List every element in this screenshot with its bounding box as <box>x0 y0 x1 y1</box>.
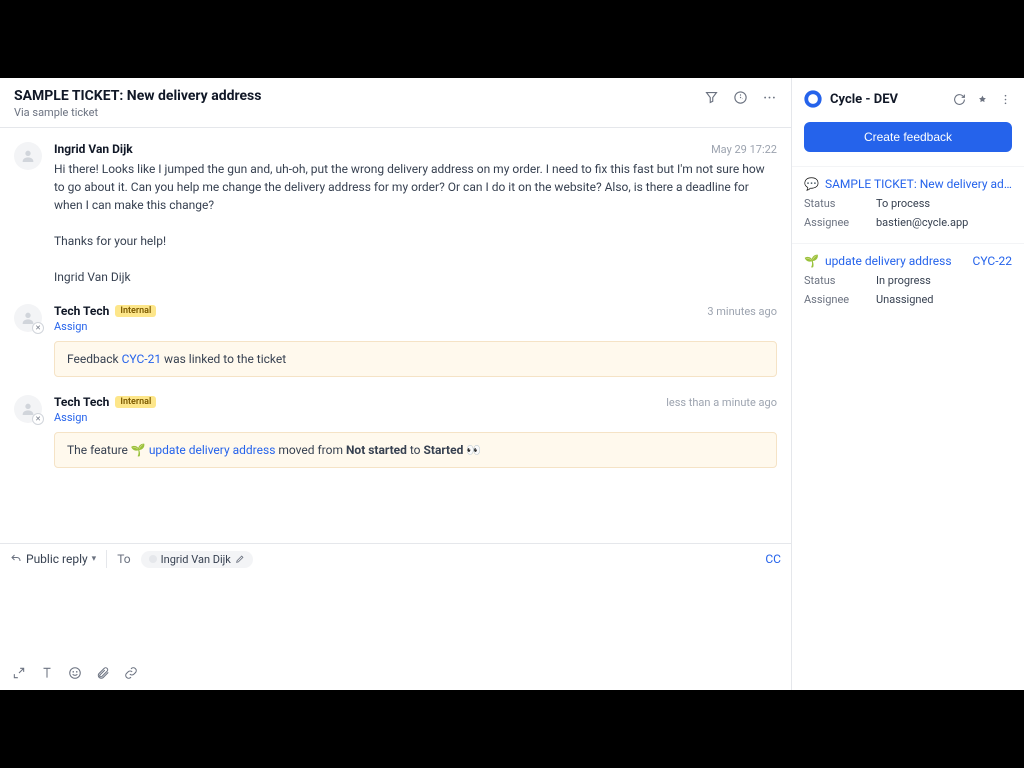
message-item: ✕ Tech Tech Internal 3 minutes ago Assig… <box>14 304 777 377</box>
composer-textarea[interactable] <box>0 574 791 658</box>
eyes-icon: 👀 <box>463 443 481 457</box>
status-to: Started <box>424 443 464 457</box>
link-icon[interactable] <box>124 666 138 680</box>
ticket-key: CYC-22 <box>973 254 1012 268</box>
sidebar-header-actions <box>953 93 1012 106</box>
composer-header: Public reply ▾ To Ingrid Van Dijk CC <box>0 544 791 574</box>
field-value: To process <box>876 197 930 210</box>
message-item: Ingrid Van Dijk May 29 17:22 Hi there! L… <box>14 142 777 286</box>
sidebar-item-feedback: 💬 SAMPLE TICKET: New delivery address St… <box>792 166 1024 243</box>
title-block: SAMPLE TICKET: New delivery address Via … <box>14 88 261 119</box>
recipient-chip[interactable]: Ingrid Van Dijk <box>141 551 253 568</box>
app-name: Cycle - DEV <box>830 92 945 107</box>
avatar-badge-icon: ✕ <box>32 322 44 334</box>
field-row: Status In progress <box>804 274 1012 287</box>
feedback-link[interactable]: CYC-21 <box>122 352 161 366</box>
feedback-note: Feedback CYC-21 was linked to the ticket <box>54 341 777 377</box>
sidebar-item-feature: 🌱 update delivery address CYC-22 Status … <box>792 243 1024 320</box>
timestamp: 3 minutes ago <box>707 305 777 318</box>
ticket-header: SAMPLE TICKET: New delivery address Via … <box>0 78 791 128</box>
refresh-icon[interactable] <box>953 93 966 106</box>
message-text: Hi there! Looks like I jumped the gun an… <box>54 160 777 286</box>
recipient-name: Ingrid Van Dijk <box>161 553 231 566</box>
cycle-logo-icon <box>804 90 822 108</box>
sidebar-item-title: update delivery address <box>825 254 967 268</box>
field-label: Assignee <box>804 216 876 229</box>
timestamp: May 29 17:22 <box>711 143 777 156</box>
history-icon[interactable] <box>733 90 748 105</box>
sidebar: Cycle - DEV Create feedback 💬 SAMPLE TIC… <box>792 78 1024 690</box>
create-feedback-button[interactable]: Create feedback <box>804 122 1012 152</box>
note-text: The feature <box>67 443 131 457</box>
author-name: Tech Tech <box>54 304 109 318</box>
message-body: Ingrid Van Dijk May 29 17:22 Hi there! L… <box>54 142 777 286</box>
status-from: Not started <box>346 443 407 457</box>
internal-badge: Internal <box>115 396 156 408</box>
timestamp: less than a minute ago <box>666 396 777 409</box>
chevron-down-icon: ▾ <box>92 554 97 564</box>
expand-icon[interactable] <box>12 666 26 680</box>
attachment-icon[interactable] <box>96 666 110 680</box>
app-window: SAMPLE TICKET: New delivery address Via … <box>0 78 1024 690</box>
sidebar-item-title: SAMPLE TICKET: New delivery address <box>825 177 1012 191</box>
recipient-avatar <box>149 555 157 563</box>
composer-toolbar <box>0 658 791 690</box>
field-value: Unassigned <box>876 293 934 306</box>
header-actions <box>704 88 777 105</box>
field-row: Status To process <box>804 197 1012 210</box>
field-label: Status <box>804 197 876 210</box>
text-format-icon[interactable] <box>40 666 54 680</box>
feature-note: The feature 🌱 update delivery address mo… <box>54 432 777 468</box>
main-pane: SAMPLE TICKET: New delivery address Via … <box>0 78 792 690</box>
assign-link[interactable]: Assign <box>54 320 777 333</box>
message-item: ✕ Tech Tech Internal less than a minute … <box>14 395 777 468</box>
avatar-badge-icon: ✕ <box>32 413 44 425</box>
author-name: Ingrid Van Dijk <box>54 142 133 156</box>
seedling-icon: 🌱 <box>804 254 819 268</box>
sidebar-header: Cycle - DEV <box>792 78 1024 116</box>
author-name: Tech Tech <box>54 395 109 409</box>
message-list: Ingrid Van Dijk May 29 17:22 Hi there! L… <box>0 128 791 543</box>
reply-type-dropdown[interactable]: Public reply ▾ <box>10 552 96 566</box>
avatar: ✕ <box>14 395 42 423</box>
message-head: Ingrid Van Dijk May 29 17:22 <box>54 142 777 156</box>
emoji-icon[interactable] <box>68 666 82 680</box>
note-text: moved from <box>275 443 346 457</box>
more-icon[interactable] <box>762 90 777 105</box>
seedling-icon: 🌱 <box>131 443 146 457</box>
field-row: Assignee bastien@cycle.app <box>804 216 1012 229</box>
field-label: Assignee <box>804 293 876 306</box>
message-head: Tech Tech Internal 3 minutes ago <box>54 304 777 318</box>
field-label: Status <box>804 274 876 287</box>
internal-badge: Internal <box>115 305 156 317</box>
note-text: to <box>407 443 424 457</box>
more-vertical-icon[interactable] <box>999 93 1012 106</box>
ticket-subtitle: Via sample ticket <box>14 106 261 119</box>
filter-icon[interactable] <box>704 90 719 105</box>
field-value: In progress <box>876 274 931 287</box>
reply-icon <box>10 553 22 565</box>
avatar <box>14 142 42 170</box>
divider <box>106 550 107 568</box>
sidebar-link-row[interactable]: 💬 SAMPLE TICKET: New delivery address <box>804 167 1012 191</box>
field-row: Assignee Unassigned <box>804 293 1012 306</box>
sidebar-link-row[interactable]: 🌱 update delivery address CYC-22 <box>804 244 1012 268</box>
feature-link[interactable]: update delivery address <box>149 443 276 457</box>
pin-icon[interactable] <box>976 93 989 106</box>
chat-icon: 💬 <box>804 177 819 191</box>
avatar: ✕ <box>14 304 42 332</box>
to-label: To <box>117 552 130 566</box>
message-head: Tech Tech Internal less than a minute ag… <box>54 395 777 409</box>
message-body: Tech Tech Internal 3 minutes ago Assign … <box>54 304 777 377</box>
reply-type-label: Public reply <box>26 552 88 566</box>
note-text: was linked to the ticket <box>161 352 286 366</box>
pencil-icon <box>235 554 245 564</box>
field-value: bastien@cycle.app <box>876 216 968 229</box>
composer: Public reply ▾ To Ingrid Van Dijk CC <box>0 543 791 690</box>
message-body: Tech Tech Internal less than a minute ag… <box>54 395 777 468</box>
ticket-title: SAMPLE TICKET: New delivery address <box>14 88 261 104</box>
note-text: Feedback <box>67 352 122 366</box>
assign-link[interactable]: Assign <box>54 411 777 424</box>
cc-button[interactable]: CC <box>765 552 781 566</box>
